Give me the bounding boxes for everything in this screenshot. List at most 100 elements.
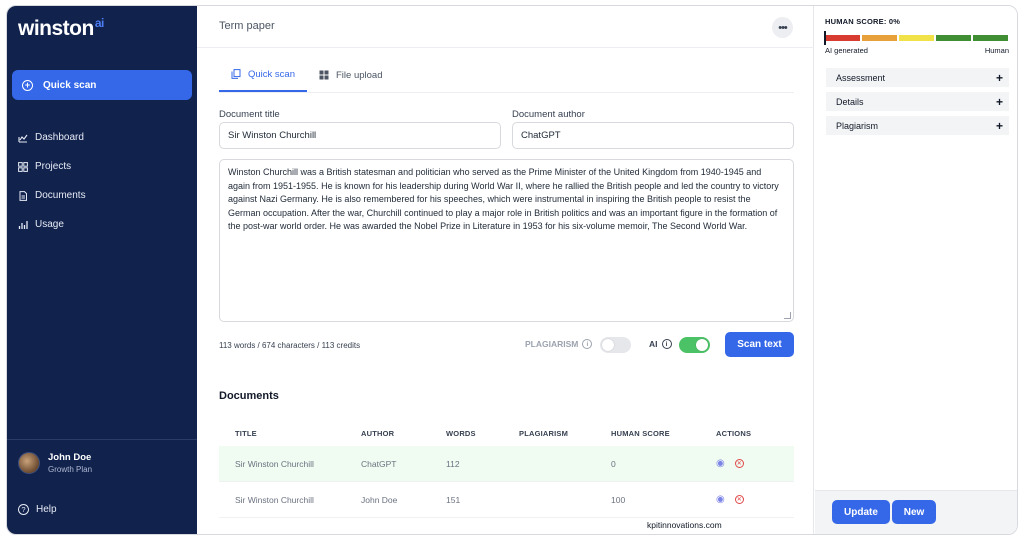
document-author-label: Document author [512,109,585,120]
new-label: New [903,506,925,518]
sidebar-item-dashboard[interactable]: Dashboard [18,123,86,152]
column-header[interactable]: WORDS [446,429,519,438]
accordion-details[interactable]: Details + [826,92,1009,111]
help-label: Help [36,504,57,515]
ai-text: AI [649,339,658,349]
tab-label: File upload [336,69,383,81]
scan-tabs: Quick scan File upload [219,58,394,92]
copy-icon [231,69,241,79]
plus-icon: + [995,70,1003,85]
watermark: kpitinnovations.com [647,520,722,530]
human-score-label: HUMAN SCORE: 0% [825,17,901,26]
sidebar-item-label: Documents [35,190,86,201]
logo-suffix: ai [94,16,105,30]
user-profile[interactable]: John Doe Growth Plan [18,452,92,474]
logo: winstonai [18,16,104,41]
scan-text-label: Scan text [737,339,782,350]
delete-icon[interactable]: ✕ [734,495,744,504]
sidebar-divider [7,439,197,440]
documents-heading: Documents [219,390,279,402]
cell-author: John Doe [361,494,398,505]
column-header[interactable]: PLAGIARISM [519,429,611,438]
help-link[interactable]: ? Help [18,504,57,515]
sidebar-item-usage[interactable]: Usage [18,210,86,239]
cell-title: Sir Winston Churchill [235,494,314,505]
documents-table: TITLE AUTHOR WORDS PLAGIARISM HUMAN SCOR… [219,420,794,518]
sidebar-item-projects[interactable]: Projects [18,152,86,181]
more-icon: ••• [778,21,788,34]
app-window: winstonai + Quick scan Dashboard Project… [6,5,1018,535]
cell-title: Sir Winston Churchill [235,458,314,469]
toggle-knob [696,339,708,351]
results-panel: HUMAN SCORE: 0% AI generated Human Asses… [815,6,1017,534]
accordion-plagiarism[interactable]: Plagiarism + [826,116,1009,135]
tab-quick-scan[interactable]: Quick scan [219,58,307,92]
user-plan: Growth Plan [48,465,93,474]
grid-icon [18,161,28,172]
sidebar: winstonai + Quick scan Dashboard Project… [7,6,197,534]
page-title: Term paper [219,20,275,32]
column-header[interactable]: AUTHOR [361,429,446,438]
eye-icon[interactable]: ◉ [716,458,725,469]
main-panel: Term paper ••• Quick scan File upload Do… [197,6,814,534]
accordion-label: Assessment [836,72,886,83]
plagiarism-text: PLAGIARISM [525,339,579,349]
new-button[interactable]: New [892,500,936,524]
text-input-area[interactable]: Winston Churchill was a British statesma… [219,159,794,322]
cell-human-score: 0 [611,458,616,469]
eye-icon[interactable]: ◉ [716,494,725,505]
table-row[interactable]: Sir Winston Churchill John Doe 151 100 ◉… [219,482,794,518]
ai-toggle[interactable] [679,337,710,353]
scan-text-button[interactable]: Scan text [725,332,794,357]
table-row[interactable]: Sir Winston Churchill ChatGPT 112 0 ◉ ✕ [219,446,794,482]
column-header[interactable]: TITLE [219,429,361,438]
scale-segment [862,35,897,41]
document-title-input[interactable]: Sir Winston Churchill [219,122,501,149]
avatar [18,452,40,474]
document-title-label: Document title [219,109,280,120]
tab-divider [219,92,794,93]
update-label: Update [844,506,878,518]
document-icon [19,190,27,201]
grid-icon [319,70,329,80]
scale-right-label: Human [984,46,1009,55]
bar-chart-icon [18,220,28,229]
delete-icon[interactable]: ✕ [734,459,744,468]
ai-label: AI i [649,339,672,349]
scale-segment [936,35,971,41]
chart-icon [18,134,28,143]
plagiarism-toggle[interactable] [600,337,631,353]
help-icon: ? [18,504,29,515]
plus-icon: + [995,118,1003,133]
plus-icon: + [995,94,1003,109]
update-button[interactable]: Update [832,500,890,524]
logo-text: winston [18,17,94,40]
toggle-knob [602,339,614,351]
cell-words: 112 [446,458,460,469]
info-icon[interactable]: i [582,339,593,349]
user-name: John Doe [48,452,92,463]
accordion-assessment[interactable]: Assessment + [826,68,1009,87]
document-text: Winston Churchill was a British statesma… [228,167,779,231]
tab-file-upload[interactable]: File upload [307,58,394,92]
sidebar-item-documents[interactable]: Documents [18,181,86,210]
sidebar-nav: Dashboard Projects Documents Usage [18,123,86,239]
table-header: TITLE AUTHOR WORDS PLAGIARISM HUMAN SCOR… [219,420,794,446]
document-title-value: Sir Winston Churchill [228,130,317,141]
column-header[interactable]: HUMAN SCORE [611,429,716,438]
quick-scan-label: Quick scan [43,79,97,91]
resize-handle[interactable] [784,312,791,319]
quick-scan-button[interactable]: + Quick scan [12,70,192,100]
more-options-button[interactable]: ••• [772,17,793,38]
sidebar-item-label: Projects [35,161,72,172]
info-icon[interactable]: i [661,339,672,349]
word-count: 113 words / 674 characters / 113 credits [219,341,361,350]
document-author-value: ChatGPT [521,130,561,141]
cell-actions: ◉ ✕ [716,494,794,505]
document-author-input[interactable]: ChatGPT [512,122,794,149]
score-marker [824,31,826,45]
tab-label: Quick scan [248,68,295,80]
human-score-scale [825,35,1010,41]
cell-words: 151 [446,494,461,505]
cell-human-score: 100 [611,494,626,505]
